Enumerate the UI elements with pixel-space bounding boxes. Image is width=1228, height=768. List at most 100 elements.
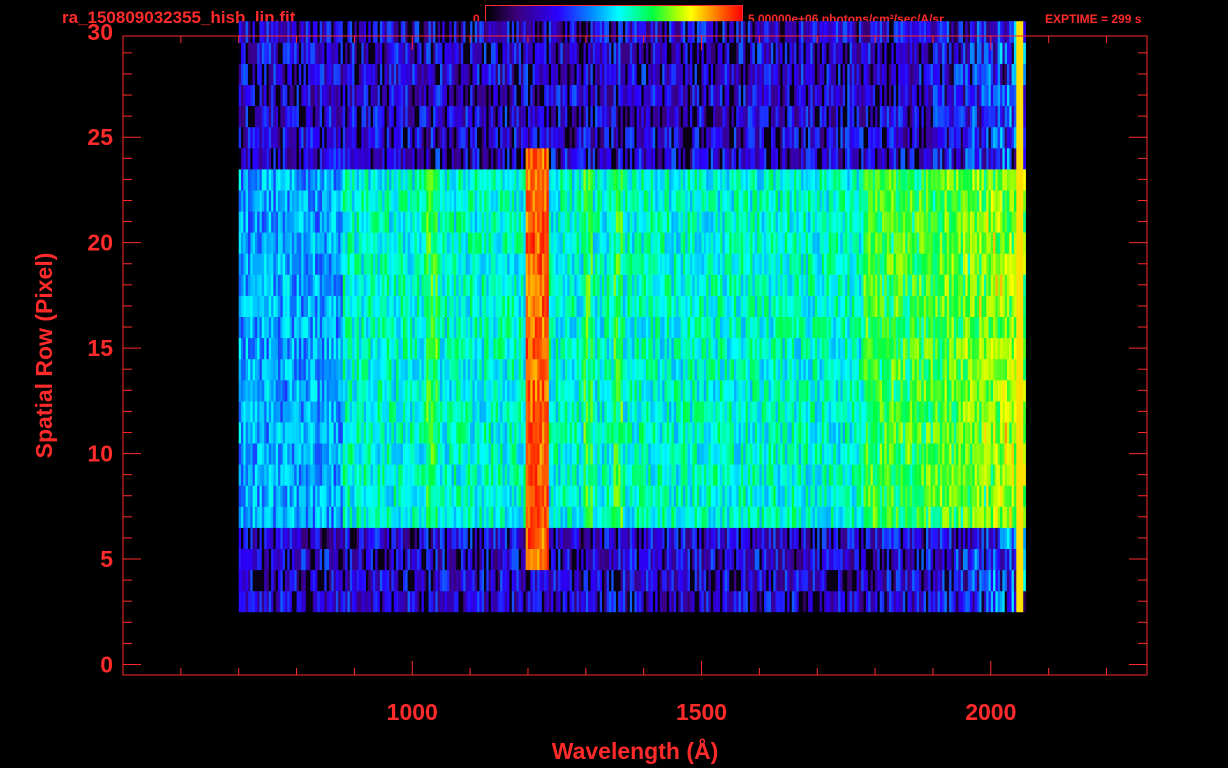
heatmap-cell: [671, 548, 675, 571]
heatmap-cell: [720, 337, 723, 360]
heatmap-cell: [310, 316, 314, 339]
heatmap-cell: [474, 295, 478, 317]
heatmap-cell: [900, 506, 904, 528]
heatmap-cell: [391, 485, 395, 507]
heatmap-cell: [588, 485, 591, 507]
heatmap-cell: [949, 590, 952, 613]
heatmap-cell: [294, 464, 297, 486]
heatmap-cell: [490, 337, 494, 360]
heatmap-cell: [932, 548, 936, 571]
heatmap-cell: [490, 569, 494, 592]
heatmap-cell: [965, 358, 969, 381]
heatmap-cell: [245, 464, 249, 486]
heatmap-cell: [423, 316, 427, 339]
heatmap-cell: [687, 295, 691, 317]
heatmap-cell: [391, 295, 395, 317]
heatmap-cell: [588, 569, 591, 592]
heatmap-cell: [588, 337, 591, 360]
heatmap-cell: [916, 421, 920, 444]
heatmap-cell: [326, 295, 330, 317]
heatmap-cell: [997, 379, 1001, 402]
heatmap-cell: [703, 400, 707, 423]
heatmap-cell: [539, 316, 543, 339]
heatmap-cell: [851, 316, 855, 339]
heatmap-cell: [671, 295, 675, 317]
heatmap-cell: [326, 590, 330, 613]
heatmap-cell: [294, 590, 297, 613]
heatmap-cell: [720, 464, 723, 486]
heatmap-cell: [278, 485, 281, 507]
heatmap-cell: [884, 527, 888, 549]
heatmap-cell: [423, 485, 427, 507]
heatmap-cell: [620, 358, 624, 381]
heatmap-cell: [294, 400, 297, 423]
heatmap-cell: [671, 316, 675, 339]
heatmap-cell: [539, 548, 543, 571]
heatmap-cell: [784, 464, 788, 486]
heatmap-cell: [407, 316, 411, 339]
heatmap-cell: [784, 590, 788, 613]
heatmap-cell: [375, 590, 378, 613]
heatmap-cell: [261, 358, 265, 381]
heatmap-cell: [588, 379, 591, 402]
heatmap-cell: [997, 316, 1001, 339]
heatmap-cell: [736, 421, 739, 444]
heatmap-cell: [620, 400, 624, 423]
heatmap-cell: [736, 400, 739, 423]
heatmap-cell: [703, 295, 707, 317]
heatmap-cell: [604, 316, 608, 339]
heatmap-cell: [474, 421, 478, 444]
heatmap-cell: [261, 485, 265, 507]
heatmap-cell: [326, 358, 330, 381]
heatmap-cell: [245, 400, 249, 423]
heatmap-cell: [507, 464, 510, 486]
heatmap-cell: [1023, 316, 1026, 339]
heatmap-cell: [1023, 337, 1026, 360]
heatmap-cell: [801, 443, 804, 465]
heatmap-cell: [442, 316, 446, 339]
heatmap-cell: [1013, 443, 1017, 465]
heatmap-cell: [868, 400, 871, 423]
heatmap-cell: [817, 506, 820, 528]
heatmap-cell: [703, 569, 707, 592]
heatmap-cell: [884, 400, 888, 423]
heatmap-cell: [900, 464, 904, 486]
heatmap-cell: [851, 548, 855, 571]
heatmap-cell: [884, 506, 888, 528]
heatmap-cell: [245, 337, 249, 360]
heatmap-cell: [342, 464, 346, 486]
heatmap-cell: [768, 379, 772, 402]
heatmap-cell: [981, 400, 985, 423]
heatmap-cell: [703, 421, 707, 444]
heatmap-cell: [245, 590, 249, 613]
heatmap-cell: [571, 569, 575, 592]
heatmap-cell: [965, 590, 969, 613]
heatmap-cell: [391, 464, 395, 486]
heatmap-cell: [736, 506, 739, 528]
heatmap-cell: [359, 464, 362, 486]
heatmap-cell: [900, 590, 904, 613]
heatmap-cell: [490, 548, 494, 571]
heatmap-cell: [687, 506, 691, 528]
heatmap-cell: [900, 569, 904, 592]
heatmap-cell: [868, 379, 871, 402]
heatmap-cell: [442, 295, 446, 317]
heatmap-cell: [671, 527, 675, 549]
heatmap-cell: [868, 590, 871, 613]
heatmap-cell: [655, 548, 658, 571]
heatmap-cell: [571, 358, 575, 381]
heatmap-cell: [261, 590, 265, 613]
heatmap-cell: [639, 421, 642, 444]
heatmap-cell: [555, 400, 559, 423]
heatmap-cell: [423, 590, 427, 613]
heatmap-cell: [507, 316, 510, 339]
heatmap-cell: [949, 548, 952, 571]
heatmap-cell: [539, 295, 543, 317]
heatmap-cell: [423, 358, 427, 381]
heatmap-cell: [655, 485, 658, 507]
heatmap-cell: [620, 295, 624, 317]
heatmap-cell: [916, 400, 920, 423]
heatmap-cell: [523, 506, 527, 528]
heatmap-cell: [851, 400, 855, 423]
heatmap-cell: [474, 548, 478, 571]
